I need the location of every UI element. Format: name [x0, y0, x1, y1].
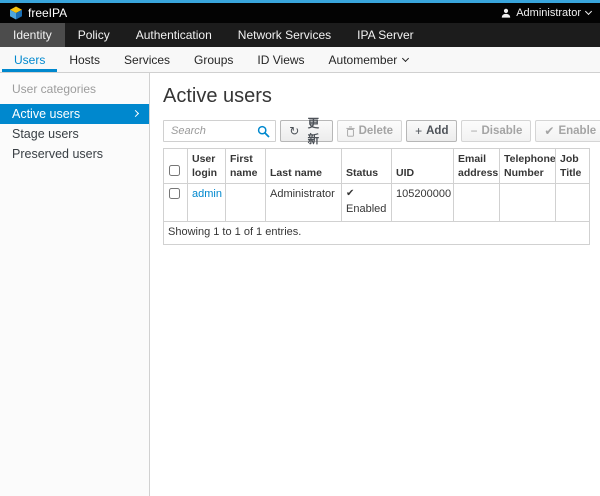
sidebar: User categories Active users Stage users…	[0, 73, 150, 496]
freeipa-logo-icon	[9, 6, 23, 20]
status-label: Enabled	[346, 203, 386, 215]
cell-job-title	[556, 184, 590, 221]
tab-users-label: Users	[14, 53, 45, 67]
tab-services-label: Services	[124, 53, 170, 67]
users-table: User login First name Last name Status U…	[163, 148, 590, 245]
trash-icon	[346, 126, 355, 137]
user-menu[interactable]: Administrator	[501, 7, 591, 19]
table-summary: Showing 1 to 1 of 1 entries.	[164, 221, 590, 244]
identity-subnav: Users Hosts Services Groups ID Views Aut…	[0, 47, 600, 73]
sidebar-item-label: Active users	[12, 107, 80, 121]
refresh-icon: ↻	[289, 125, 299, 137]
col-header-status: Status	[342, 149, 392, 184]
select-all-checkbox[interactable]	[169, 165, 180, 176]
col-header-first-name: First name	[226, 149, 266, 184]
sidebar-heading: User categories	[0, 82, 149, 104]
search-icon[interactable]	[257, 125, 270, 138]
refresh-button[interactable]: ↻ 更新	[280, 120, 332, 142]
cell-telephone-number	[500, 184, 556, 221]
content-area: User categories Active users Stage users…	[0, 73, 600, 496]
sidebar-item-label: Stage users	[12, 127, 79, 141]
tab-groups[interactable]: Groups	[182, 47, 245, 72]
table-header-row: User login First name Last name Status U…	[164, 149, 590, 184]
col-header-uid: UID	[392, 149, 454, 184]
main-panel: Active users ↻ 更新 Delete	[150, 73, 600, 496]
col-header-job-title: Job Title	[556, 149, 590, 184]
cell-first-name	[226, 184, 266, 221]
cell-email-address	[454, 184, 500, 221]
tab-automember-label: Automember	[329, 53, 398, 67]
enable-button[interactable]: ✔ Enable	[535, 120, 600, 142]
brand-label: freeIPA	[28, 6, 67, 20]
nav-item-authentication[interactable]: Authentication	[123, 23, 225, 47]
add-button-label: Add	[426, 125, 448, 137]
user-menu-label: Administrator	[516, 7, 581, 19]
search-box	[163, 120, 276, 142]
tab-hosts[interactable]: Hosts	[57, 47, 112, 72]
col-header-email-address: Email address	[454, 149, 500, 184]
nav-item-network-services[interactable]: Network Services	[225, 23, 344, 47]
table-row: admin Administrator ✔Enabled 105200000	[164, 184, 590, 221]
disable-button[interactable]: − Disable	[461, 120, 531, 142]
nav-item-policy[interactable]: Policy	[65, 23, 123, 47]
nav-item-identity[interactable]: Identity	[0, 23, 65, 47]
tab-automember[interactable]: Automember	[317, 47, 421, 72]
nav-item-ipa-server[interactable]: IPA Server	[344, 23, 426, 47]
tab-groups-label: Groups	[194, 53, 233, 67]
sidebar-item-preserved-users[interactable]: Preserved users	[0, 144, 149, 164]
chevron-down-icon	[402, 54, 409, 61]
table-summary-row: Showing 1 to 1 of 1 entries.	[164, 221, 590, 244]
tab-id-views[interactable]: ID Views	[245, 47, 316, 72]
col-header-user-login: User login	[188, 149, 226, 184]
chevron-right-icon	[132, 110, 139, 117]
page-title: Active users	[163, 85, 600, 108]
col-header-last-name: Last name	[266, 149, 342, 184]
disable-button-label: Disable	[481, 125, 522, 137]
sidebar-item-stage-users[interactable]: Stage users	[0, 124, 149, 144]
minus-icon: −	[470, 125, 477, 137]
user-login-link[interactable]: admin	[192, 188, 222, 200]
col-header-telephone-number: Telephone Number	[500, 149, 556, 184]
enable-button-label: Enable	[558, 125, 596, 137]
delete-button-label: Delete	[359, 125, 394, 137]
main-nav: Identity Policy Authentication Network S…	[0, 23, 600, 47]
tab-services[interactable]: Services	[112, 47, 182, 72]
delete-button[interactable]: Delete	[337, 120, 403, 142]
sidebar-item-label: Preserved users	[12, 147, 103, 161]
cell-status: ✔Enabled	[342, 184, 392, 221]
tab-hosts-label: Hosts	[69, 53, 100, 67]
sidebar-item-active-users[interactable]: Active users	[0, 104, 149, 124]
tab-id-views-label: ID Views	[257, 53, 304, 67]
cell-last-name: Administrator	[266, 184, 342, 221]
chevron-down-icon	[585, 8, 592, 15]
user-icon	[501, 8, 511, 18]
row-checkbox[interactable]	[169, 188, 180, 199]
add-button[interactable]: + Add	[406, 120, 457, 142]
check-icon: ✔	[544, 125, 554, 137]
brand[interactable]: freeIPA	[9, 6, 67, 20]
refresh-button-label: 更新	[303, 115, 323, 147]
tab-users[interactable]: Users	[2, 47, 57, 72]
status-enabled-icon: ✔	[346, 187, 387, 202]
toolbar: ↻ 更新 Delete + Add − Disable ✔	[163, 120, 600, 142]
plus-icon: +	[415, 125, 422, 137]
cell-uid: 105200000	[392, 184, 454, 221]
masthead: freeIPA Administrator	[0, 3, 600, 23]
